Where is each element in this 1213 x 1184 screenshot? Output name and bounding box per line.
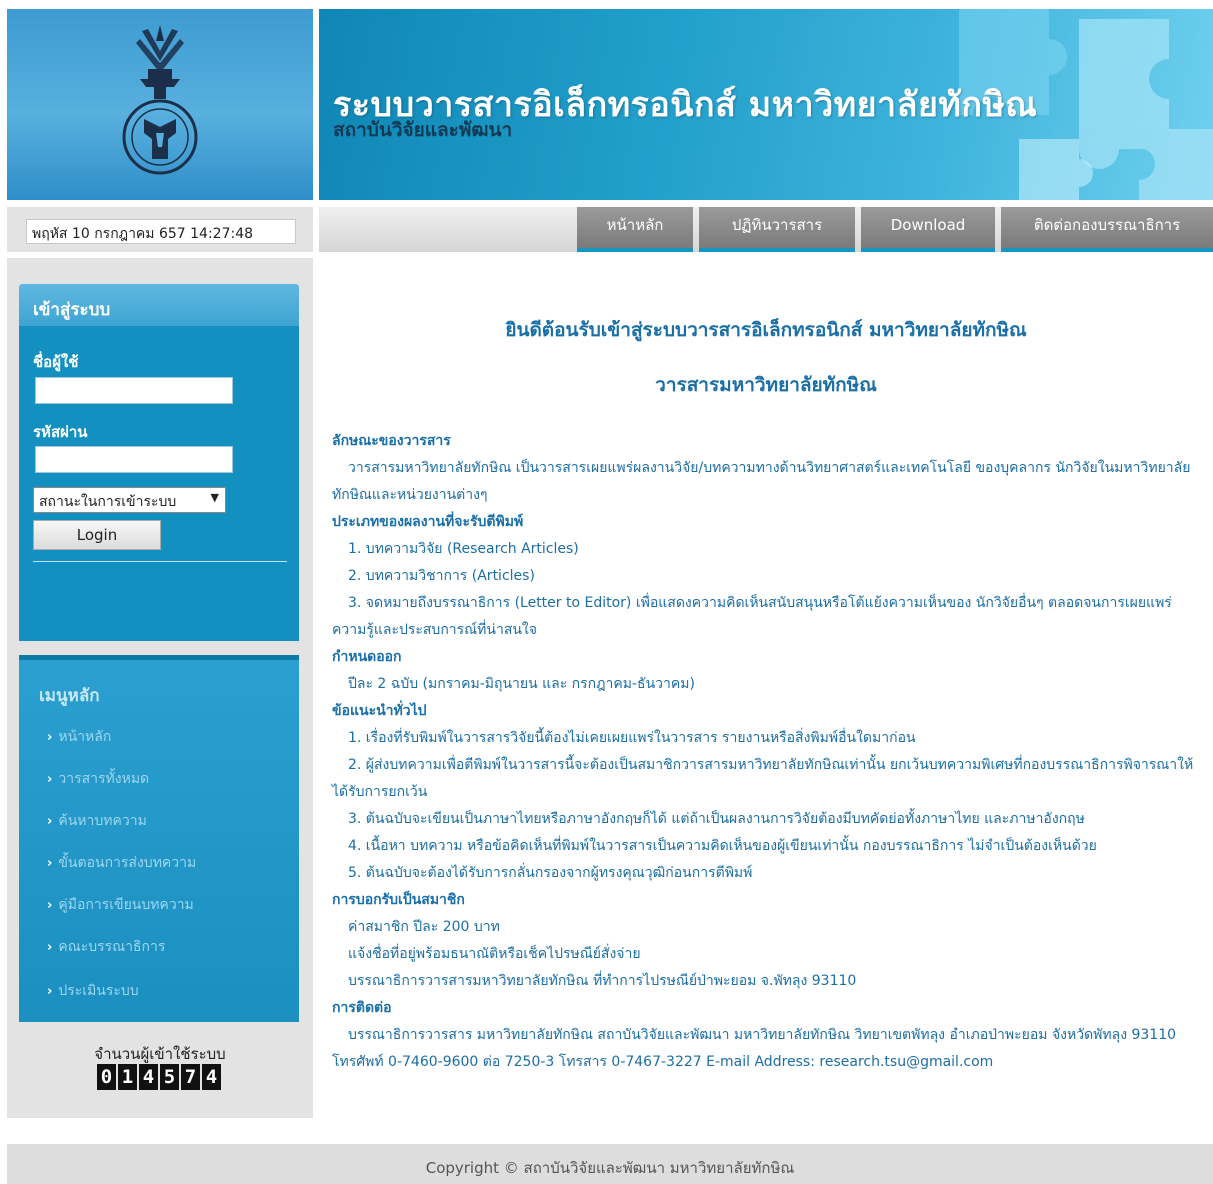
counter-digit: 7 <box>181 1064 200 1090</box>
welcome-heading: ยินดีต้อนรับเข้าสู่ระบบวารสารอิเล็กทรอนิ… <box>505 319 1027 341</box>
nav-contact-editorial[interactable]: ติดต่อกองบรรณาธิการ <box>1001 207 1213 252</box>
journal-name-heading: วารสารมหาวิทยาลัยทักษิณ <box>655 374 877 396</box>
counter-digit: 1 <box>118 1064 137 1090</box>
menu-item-label: คณะบรรณาธิการ <box>58 939 166 955</box>
main-menu-panel: เมนูหลัก › หน้าหลัก › วารสารทั้งหมด › ค้นหา… <box>19 655 299 1022</box>
section-heading: การบอกรับเป็นสมาชิก <box>332 892 465 908</box>
login-divider <box>33 561 287 562</box>
section-text: 1. เรื่องที่รับพิมพ์ในวารสารวิจัยนี้ต้อง… <box>348 730 916 746</box>
chevron-right-icon: › <box>47 772 53 787</box>
header-banner: ระบบวารสารอิเล็กทรอนิกส์ มหาวิทยาลัยทักษ… <box>319 9 1213 200</box>
chevron-right-icon: › <box>47 856 53 871</box>
menu-item-label: หน้าหลัก <box>58 729 112 745</box>
section-text: 3. ต้นฉบับจะเขียนเป็นภาษาไทยหรือภาษาอังก… <box>348 811 1085 827</box>
datetime-display: พฤหัส 10 กรกฎาคม 657 14:27:48 <box>26 219 296 244</box>
username-label: ชื่อผู้ใช้ <box>33 353 79 371</box>
counter-digit: 5 <box>160 1064 179 1090</box>
section-text: ค่าสมาชิก ปีละ 200 บาท <box>348 919 500 935</box>
university-seal-icon <box>122 25 198 175</box>
menu-item-search-articles[interactable]: › ค้นหาบทความ <box>47 810 147 832</box>
main-menu-body: เมนูหลัก › หน้าหลัก › วารสารทั้งหมด › ค้นหา… <box>19 660 299 1022</box>
journal-info: ลักษณะของวารสาร วารสารมหาวิทยาลัยทักษิณ … <box>332 428 1202 1076</box>
section-text: 2. ผู้ส่งบทความเพื่อตีพิมพ์ในวารสารนี้จะ… <box>332 757 1194 800</box>
menu-item-label: วารสารทั้งหมด <box>58 771 150 787</box>
section-heading: ลักษณะของวารสาร <box>332 433 451 449</box>
login-panel: เข้าสู่ระบบ ชื่อผู้ใช้ รหัสผ่าน สถานะในก… <box>19 284 299 641</box>
chevron-right-icon: › <box>47 898 53 913</box>
login-status-value: สถานะในการเข้าระบบ <box>39 494 177 510</box>
section-text: 2. บทความวิชาการ (Articles) <box>348 568 535 584</box>
menu-item-label: คู่มือการเขียนบทความ <box>58 897 194 913</box>
main-content: ยินดีต้อนรับเข้าสู่ระบบวารสารอิเล็กทรอนิ… <box>319 258 1213 1118</box>
section-text: 5. ต้นฉบับจะต้องได้รับการกลั่นกรองจากผู้… <box>348 865 753 881</box>
footer-copyright: Copyright © สถาบันวิจัยและพัฒนา มหาวิทยา… <box>7 1144 1213 1184</box>
date-strip: พฤหัส 10 กรกฎาคม 657 14:27:48 <box>7 207 313 252</box>
counter-digit: 4 <box>202 1064 221 1090</box>
section-text: 4. เนื้อหา บทความ หรือข้อคิดเห็นที่พิมพ์… <box>348 838 1097 854</box>
section-text: 1. บทความวิจัย (Research Articles) <box>348 541 579 557</box>
menu-item-label: ขั้นตอนการส่งบทความ <box>58 855 197 871</box>
chevron-right-icon: › <box>47 940 53 955</box>
logo-area <box>7 9 313 200</box>
visitor-counter: 0 1 4 5 7 4 <box>97 1064 221 1090</box>
menu-item-editorial-board[interactable]: › คณะบรรณาธิการ <box>47 936 165 958</box>
nav-journal-calendar[interactable]: ปฏิทินวารสาร <box>699 207 855 252</box>
section-heading: ข้อแนะนำทั่วไป <box>332 703 427 719</box>
visitor-counter-label: จำนวนผู้เข้าใช้ระบบ <box>94 1045 226 1063</box>
section-text: วารสารมหาวิทยาลัยทักษิณ เป็นวารสารเผยแพร… <box>332 460 1191 503</box>
section-text: ปีละ 2 ฉบับ (มกราคม-มิถุนายน และ กรกฎาคม… <box>348 676 695 692</box>
section-heading: ประเภทของผลงานที่จะรับตีพิมพ์ <box>332 514 524 530</box>
top-nav: หน้าหลัก ปฏิทินวารสาร Download ติดต่อกอง… <box>319 207 1213 252</box>
sidebar: เข้าสู่ระบบ ชื่อผู้ใช้ รหัสผ่าน สถานะในก… <box>7 258 313 1118</box>
menu-item-system-evaluation[interactable]: › ประเมินระบบ <box>47 980 139 1002</box>
menu-item-all-journals[interactable]: › วารสารทั้งหมด <box>47 768 149 790</box>
nav-home[interactable]: หน้าหลัก <box>577 207 693 252</box>
chevron-down-icon: ▼ <box>210 491 219 504</box>
password-input[interactable] <box>35 446 233 473</box>
menu-item-label: ประเมินระบบ <box>58 983 139 999</box>
section-heading: กำหนดออก <box>332 649 402 665</box>
nav-download[interactable]: Download <box>861 207 995 252</box>
menu-item-home[interactable]: › หน้าหลัก <box>47 726 111 748</box>
site-subtitle: สถาบันวิจัยและพัฒนา <box>333 119 513 141</box>
chevron-right-icon: › <box>47 814 53 829</box>
section-text: บรรณาธิการวารสาร มหาวิทยาลัยทักษิณ สถาบั… <box>332 1027 1177 1070</box>
password-label: รหัสผ่าน <box>33 423 88 441</box>
counter-digit: 4 <box>139 1064 158 1090</box>
login-heading: เข้าสู่ระบบ <box>19 284 299 326</box>
counter-digit: 0 <box>97 1064 116 1090</box>
menu-item-label: ค้นหาบทความ <box>58 813 147 829</box>
login-status-select[interactable]: สถานะในการเข้าระบบ ▼ <box>33 487 226 513</box>
menu-item-submission-steps[interactable]: › ขั้นตอนการส่งบทความ <box>47 852 196 874</box>
menu-item-writing-guide[interactable]: › คู่มือการเขียนบทความ <box>47 894 194 916</box>
section-text: บรรณาธิการวารสารมหาวิทยาลัยทักษิณ ที่ทำก… <box>348 973 857 989</box>
section-heading: การติดต่อ <box>332 1000 392 1016</box>
chevron-right-icon: › <box>47 730 53 745</box>
username-input[interactable] <box>35 377 233 404</box>
login-button[interactable]: Login <box>33 520 161 550</box>
section-text: 3. จดหมายถึงบรรณาธิการ (Letter to Editor… <box>332 595 1172 638</box>
chevron-right-icon: › <box>47 984 53 999</box>
main-menu-heading: เมนูหลัก <box>39 686 100 706</box>
section-text: แจ้งชื่อที่อยู่พร้อมธนาณัติหรือเช็คไปรษณ… <box>348 946 641 962</box>
